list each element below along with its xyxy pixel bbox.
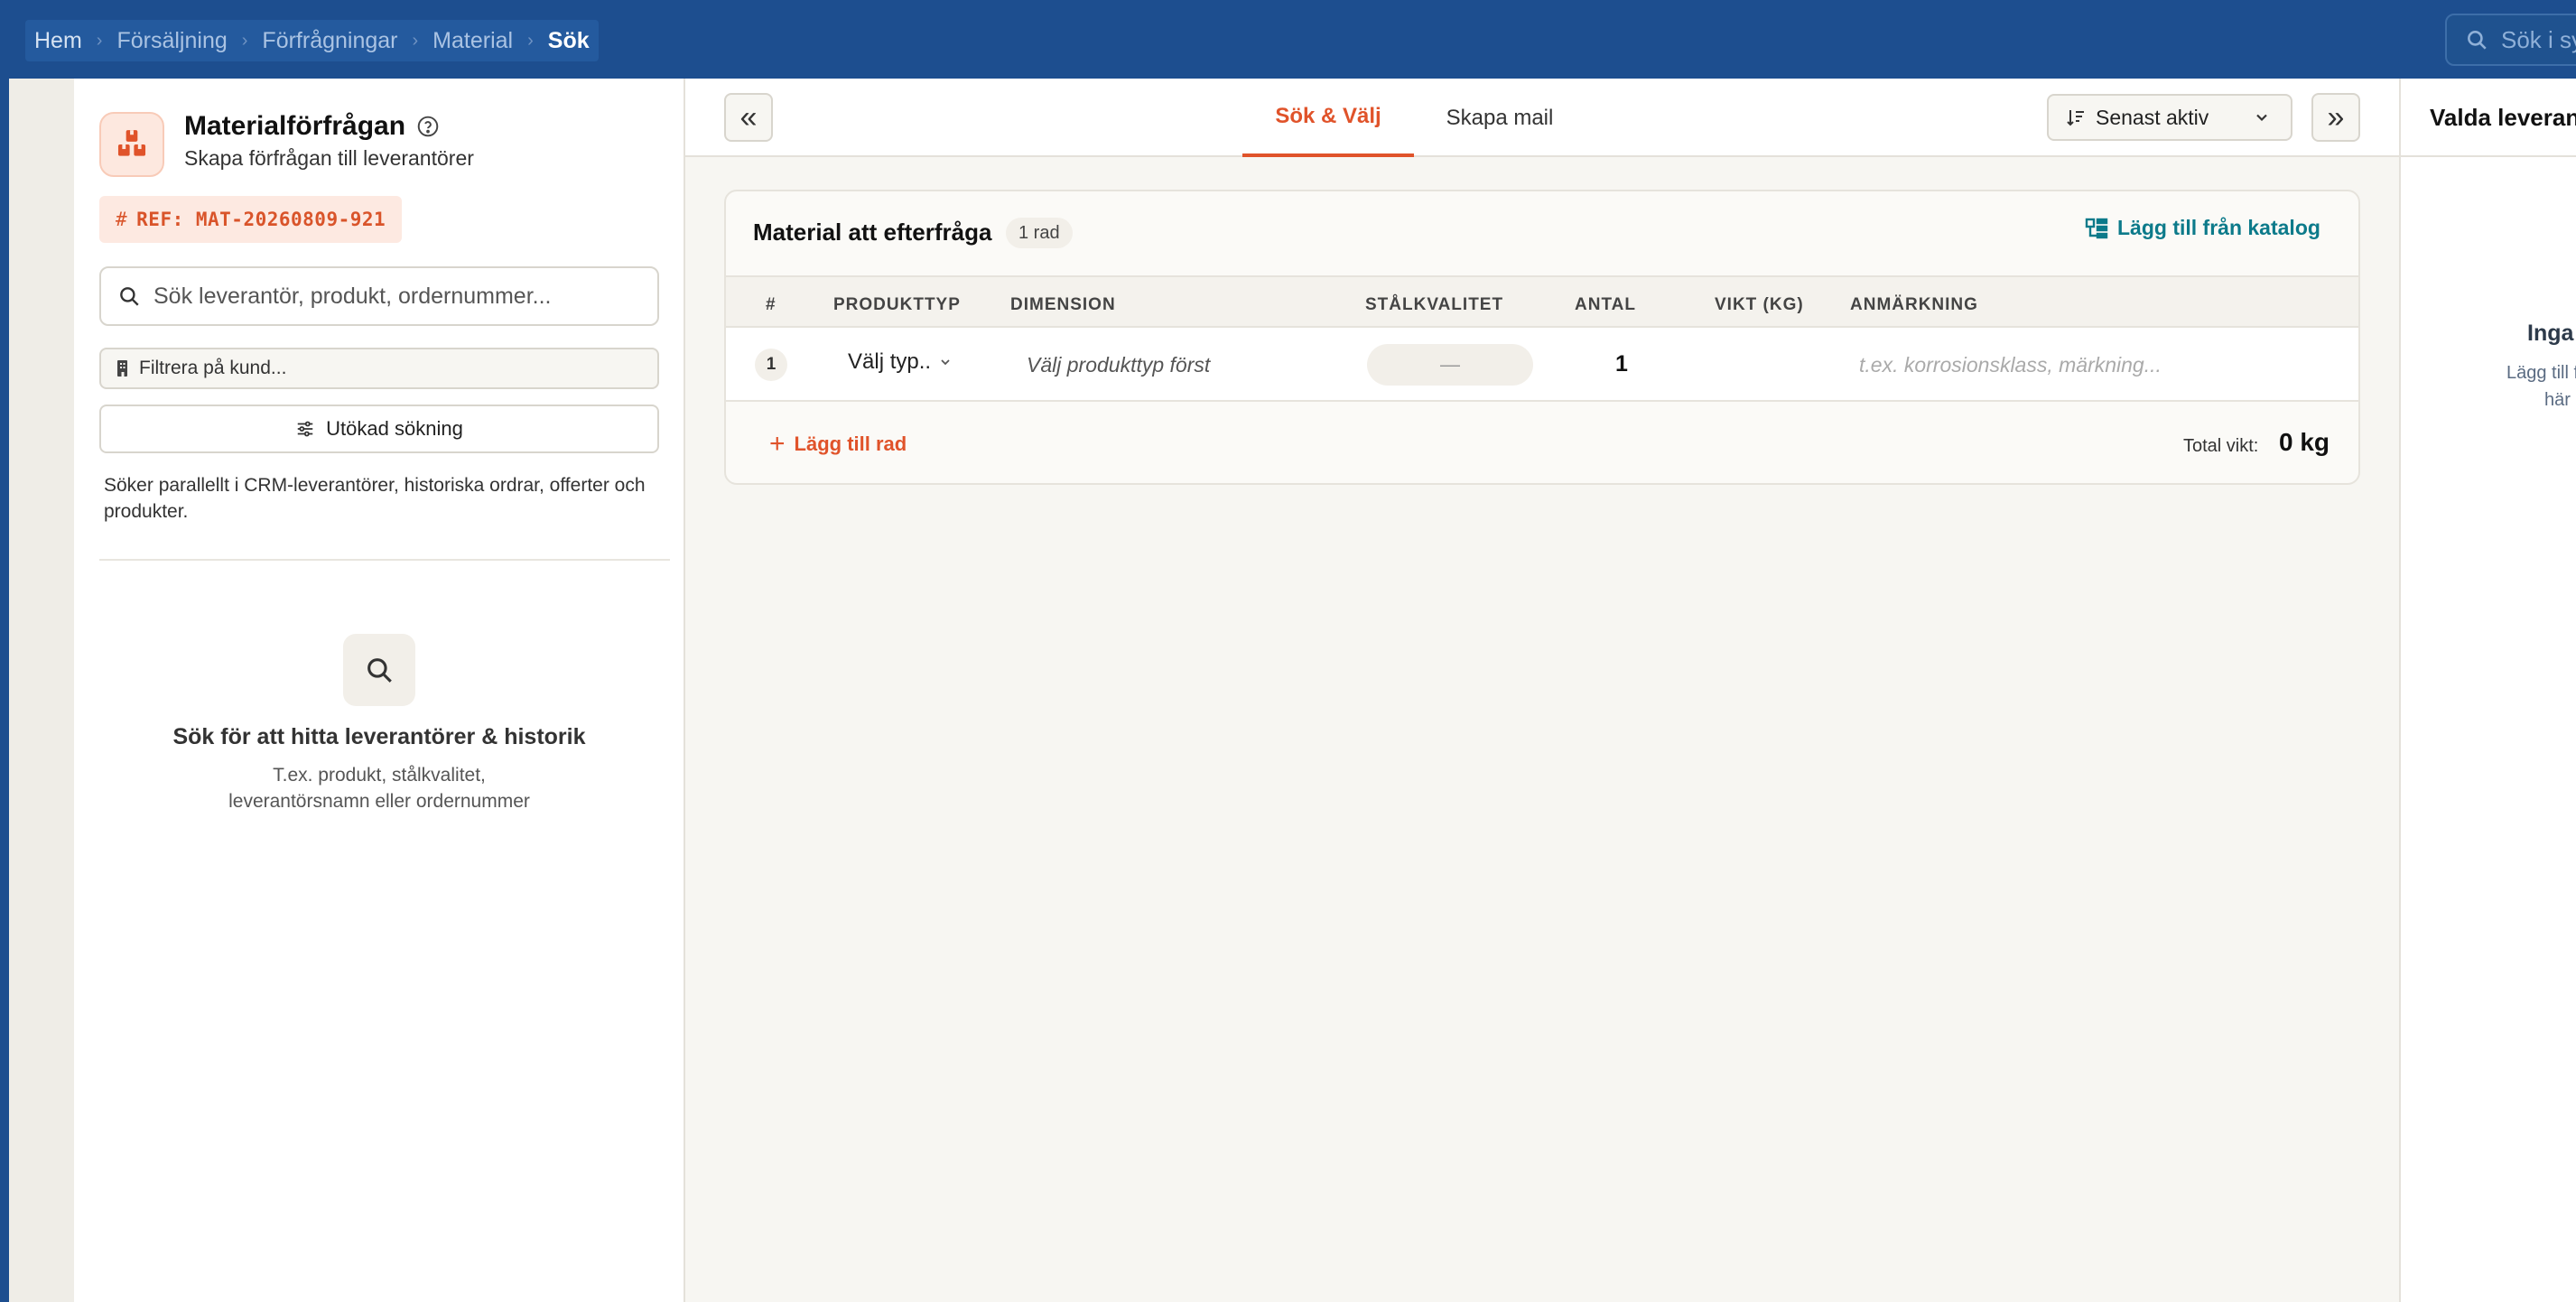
- advanced-search-button[interactable]: Utökad sökning: [99, 405, 659, 453]
- card-title: Material att efterfråga: [753, 219, 992, 246]
- column-header: ANMÄRKNING: [1850, 295, 1978, 314]
- supplier-search-input[interactable]: [153, 283, 623, 310]
- plus-icon: +: [769, 429, 786, 459]
- add-from-catalog-label: Lägg till från katalog: [2117, 216, 2320, 239]
- column-header: STÅLKVALITET: [1365, 295, 1504, 314]
- empty-state-title: Sök för att hitta leverantörer & histori…: [172, 724, 586, 749]
- tab-create-mail[interactable]: Skapa mail: [1423, 79, 1576, 157]
- dimension-cell: Välj produkttyp först: [1027, 353, 1211, 377]
- divider: [99, 559, 670, 561]
- table-header: # PRODUKTTYP DIMENSION STÅLKVALITET ANTA…: [726, 275, 2358, 328]
- window-edge: [0, 79, 9, 1302]
- row-count-badge: 1 rad: [1006, 218, 1073, 248]
- breadcrumb-sales[interactable]: Försäljning: [116, 28, 227, 54]
- sort-icon: [2067, 110, 2084, 126]
- breadcrumb: Hem › Försäljning › Förfrågningar › Mate…: [25, 20, 599, 61]
- search-icon: [120, 287, 139, 306]
- selected-suppliers-empty-title: Inga: [2527, 321, 2574, 346]
- chevron-down-icon: [941, 359, 950, 366]
- note-input[interactable]: [1859, 346, 2292, 384]
- hash-icon: #: [116, 209, 128, 230]
- total-weight-value: 0 kg: [2279, 428, 2330, 456]
- product-type-select[interactable]: Välj typ..: [848, 349, 953, 375]
- reference-badge: # REF: MAT-20260809-921: [99, 196, 403, 243]
- global-search-placeholder: Sök i sy: [2501, 25, 2576, 53]
- supplier-search[interactable]: [99, 266, 659, 326]
- collapse-right-icon[interactable]: »: [2311, 93, 2360, 142]
- advanced-search-label: Utökad sökning: [326, 417, 463, 440]
- add-row-label: Lägg till rad: [794, 432, 907, 455]
- sort-select[interactable]: Senast aktiv: [2047, 94, 2292, 141]
- column-header: DIMENSION: [1010, 295, 1116, 314]
- right-panel: Valda leverant Inga Lägg till frå här i: [2399, 79, 2576, 1302]
- search-hint: Söker parallellt i CRM-leverantörer, his…: [104, 475, 646, 522]
- table-row: 1 Välj typ.. Välj produkttyp först — 1: [726, 328, 2358, 402]
- empty-state-subtitle: T.ex. produkt, stålkvalitet, leverantörs…: [228, 765, 530, 812]
- building-icon: [117, 360, 127, 377]
- breadcrumb-separator-icon: ›: [412, 30, 419, 51]
- right-panel-header: Valda leverant: [2401, 79, 2576, 157]
- column-header: VIKT (KG): [1715, 295, 1804, 314]
- left-gutter: [9, 79, 74, 1302]
- breadcrumb-requests[interactable]: Förfrågningar: [262, 28, 397, 54]
- collapse-left-icon[interactable]: «: [724, 93, 773, 142]
- column-header: #: [766, 295, 777, 314]
- row-number: 1: [755, 349, 787, 381]
- customer-filter-input[interactable]: [139, 358, 645, 379]
- page-subtitle: Skapa förfrågan till leverantörer: [184, 146, 474, 170]
- add-row-button[interactable]: + Lägg till rad: [769, 431, 907, 458]
- selected-suppliers-empty-sub: här i: [2544, 390, 2576, 410]
- breadcrumb-home[interactable]: Hem: [34, 28, 82, 54]
- breadcrumb-separator-icon: ›: [241, 30, 248, 51]
- sliders-icon: [297, 421, 313, 437]
- search-icon: [343, 634, 415, 706]
- selected-suppliers-title: Valda leverant: [2430, 104, 2576, 131]
- column-header: ANTAL: [1575, 295, 1636, 314]
- column-header: PRODUKTTYP: [833, 295, 961, 314]
- reference-text: REF: MAT-20260809-921: [136, 209, 386, 230]
- catalog-icon: [2085, 218, 2108, 238]
- search-icon: [2468, 31, 2487, 50]
- steel-grade-select[interactable]: —: [1367, 344, 1533, 386]
- product-type-value: Välj typ..: [848, 349, 932, 374]
- global-search[interactable]: Sök i sy: [2445, 14, 2576, 66]
- breadcrumb-material[interactable]: Material: [432, 28, 513, 54]
- help-icon[interactable]: [416, 115, 440, 138]
- selected-suppliers-empty-sub: Lägg till frå: [2506, 363, 2576, 383]
- main-content: « Sök & Välj Skapa mail Senast aktiv » M…: [685, 79, 2399, 1302]
- boxes-icon: [99, 112, 164, 177]
- quantity-cell[interactable]: 1: [1615, 351, 1628, 377]
- sort-label: Senast aktiv: [2096, 105, 2209, 129]
- content-header: « Sök & Välj Skapa mail Senast aktiv »: [685, 79, 2399, 157]
- add-from-catalog-button[interactable]: Lägg till från katalog: [2085, 216, 2320, 240]
- page-title-text: Materialförfrågan: [184, 111, 406, 141]
- total-weight-label: Total vikt:: [2183, 436, 2259, 456]
- breadcrumb-separator-icon: ›: [96, 30, 103, 51]
- breadcrumb-separator-icon: ›: [527, 30, 534, 51]
- top-bar: Hem › Försäljning › Förfrågningar › Mate…: [0, 0, 2576, 79]
- chevron-down-icon: [2256, 114, 2267, 122]
- tab-search-select[interactable]: Sök & Välj: [1242, 79, 1414, 157]
- material-card: Material att efterfråga 1 rad Lägg till …: [724, 190, 2360, 485]
- breadcrumb-current: Sök: [547, 27, 590, 53]
- left-panel: Materialförfrågan Skapa förfrågan till l…: [74, 79, 685, 1302]
- page-title: Materialförfrågan: [184, 111, 440, 142]
- customer-filter[interactable]: [99, 348, 659, 389]
